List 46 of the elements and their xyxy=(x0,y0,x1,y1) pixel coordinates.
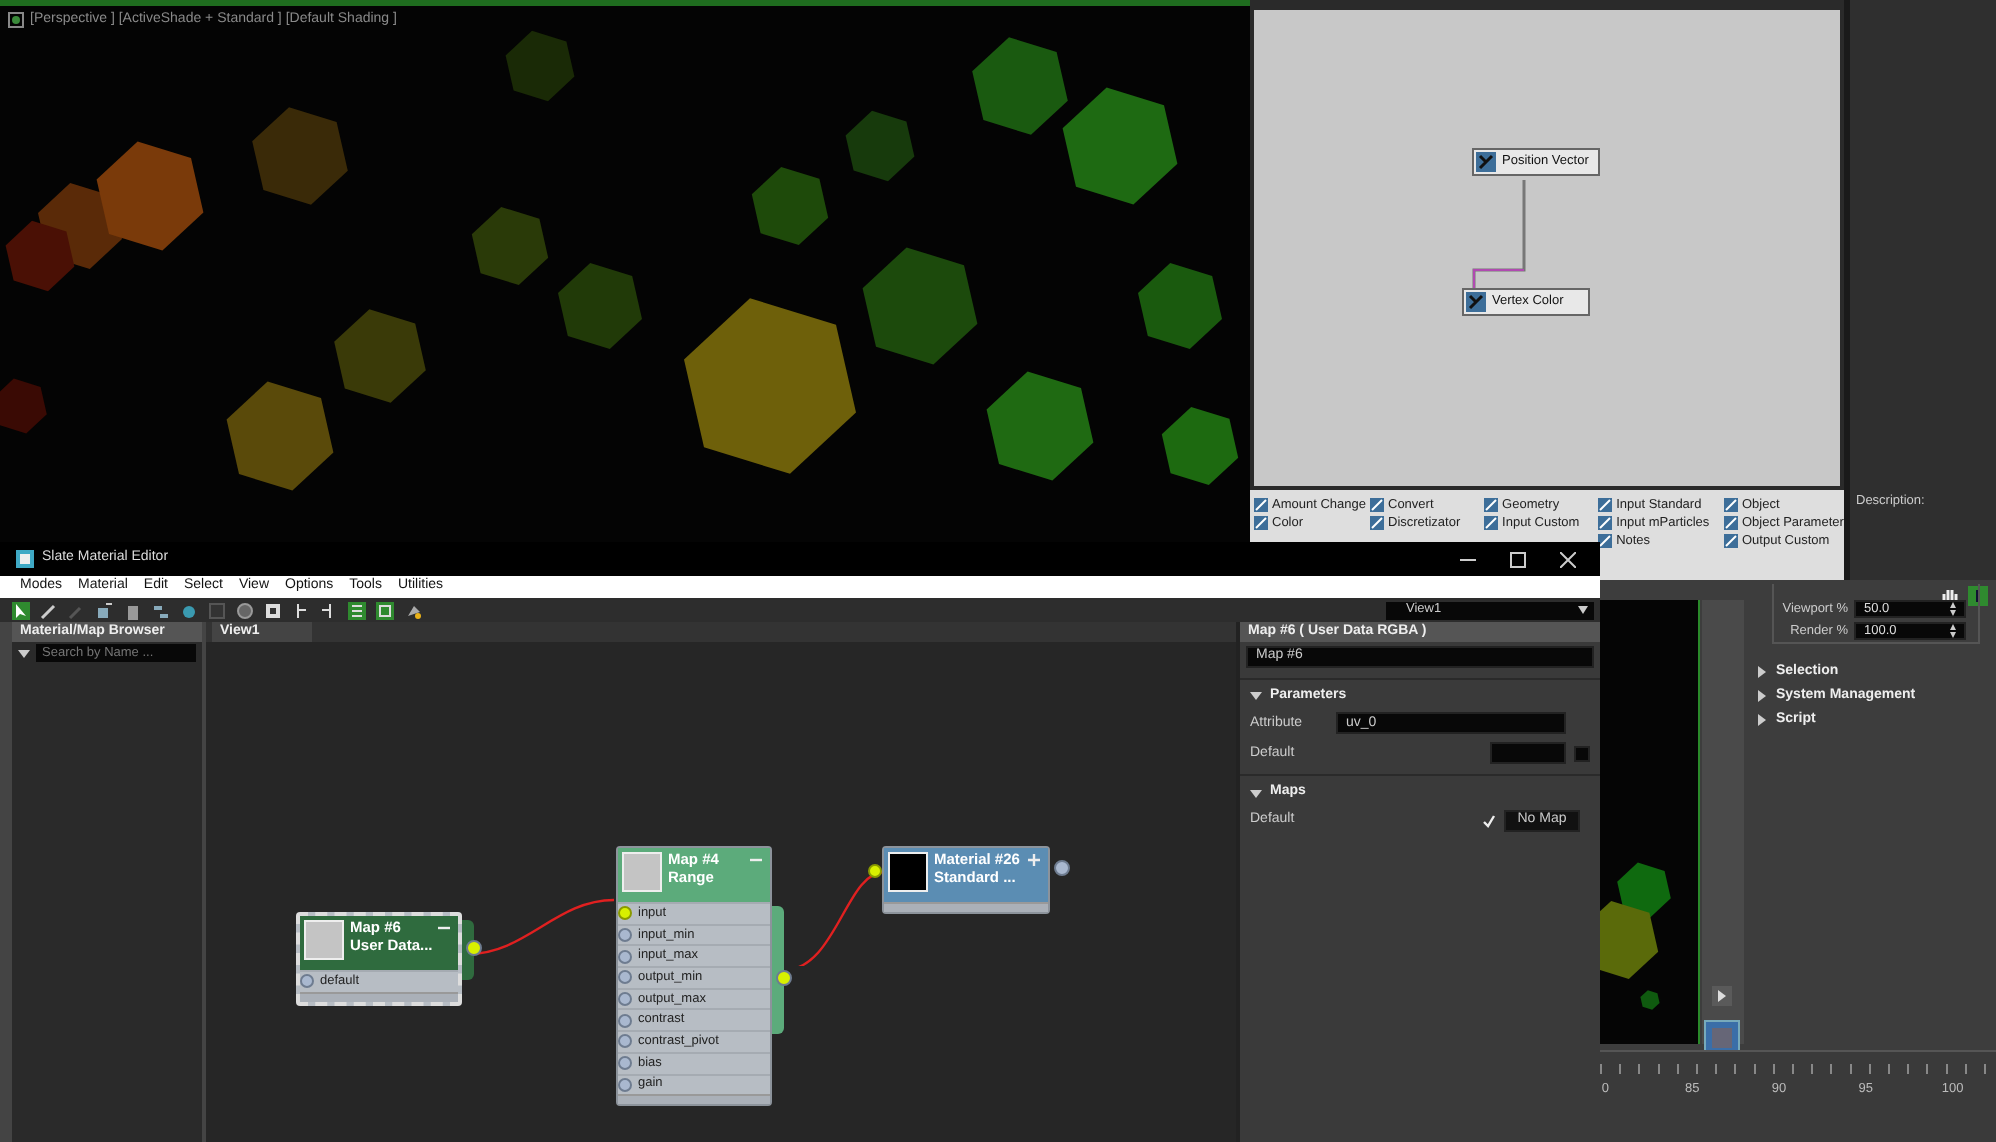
operator-icon xyxy=(1723,498,1738,512)
app-icon xyxy=(16,550,34,568)
operator-icon xyxy=(1484,516,1499,530)
operator-icon xyxy=(1723,516,1738,530)
close-icon[interactable] xyxy=(1560,551,1576,567)
operator-icon xyxy=(1466,292,1486,312)
checkbox[interactable] xyxy=(1482,813,1496,828)
output-socket[interactable] xyxy=(1054,860,1070,876)
select-arrow-icon[interactable] xyxy=(12,601,30,619)
paint-bucket-icon[interactable] xyxy=(404,601,422,619)
operator-icon xyxy=(1370,498,1384,512)
output-socket[interactable] xyxy=(776,970,792,986)
trash-icon[interactable] xyxy=(124,601,142,619)
material-swatch xyxy=(304,920,344,960)
spinner-arrows-icon[interactable] xyxy=(1950,624,1956,638)
list-layout-icon[interactable] xyxy=(348,601,366,619)
operator-icon xyxy=(1370,516,1384,530)
collapse-arrow-icon[interactable] xyxy=(1250,787,1262,800)
material-sphere-icon[interactable] xyxy=(180,601,198,619)
input-socket[interactable] xyxy=(868,864,882,878)
operator-icon xyxy=(1598,516,1613,530)
material-swatch xyxy=(622,852,662,892)
caret-icon[interactable] xyxy=(1578,606,1588,614)
operator-icon xyxy=(1723,534,1738,548)
material-swatch xyxy=(888,852,928,892)
output-socket[interactable] xyxy=(466,940,482,956)
color-swatch[interactable] xyxy=(1574,745,1590,762)
collapse-icon[interactable] xyxy=(438,922,450,934)
operator-icon xyxy=(1484,498,1499,512)
maximize-icon[interactable] xyxy=(1510,551,1526,567)
expand-icon[interactable] xyxy=(1028,854,1040,866)
operator-icon xyxy=(1598,534,1613,548)
operator-icon xyxy=(1598,498,1613,512)
sphere-icon[interactable] xyxy=(236,601,254,619)
operator-icon xyxy=(1254,516,1268,530)
color-field[interactable] xyxy=(1490,742,1566,765)
play-button-icon[interactable] xyxy=(1712,986,1732,1006)
info-icon[interactable] xyxy=(1968,586,1988,606)
spinner-arrows-icon[interactable] xyxy=(1950,602,1956,616)
viewport-menu-icon[interactable] xyxy=(8,12,24,28)
show-map-icon[interactable] xyxy=(264,601,282,619)
operator-icon xyxy=(1476,152,1496,172)
collapse-arrow-icon[interactable] xyxy=(18,647,30,659)
panel-layout-icon[interactable] xyxy=(376,601,394,619)
operator-icon xyxy=(1254,498,1268,512)
collapse-arrow-icon[interactable] xyxy=(1250,690,1262,703)
